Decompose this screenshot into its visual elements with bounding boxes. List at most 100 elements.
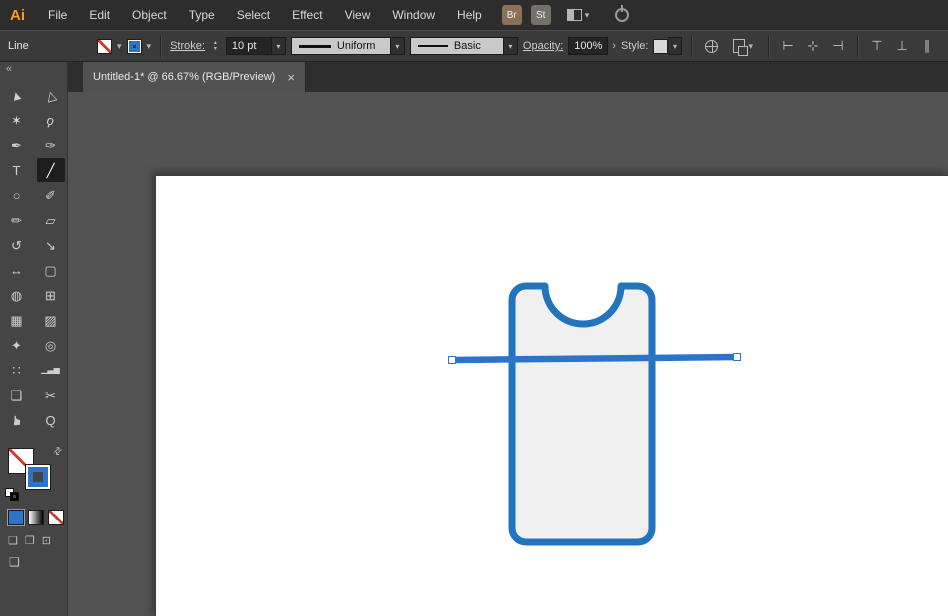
magic-wand-tool[interactable]: ✶ <box>3 108 31 132</box>
rotate-tool[interactable]: ↺ <box>3 233 31 257</box>
zoom-tool[interactable]: Q <box>37 408 65 432</box>
column-graph-tool[interactable]: ▁▃▅ <box>37 358 65 382</box>
globe-icon[interactable] <box>705 40 718 53</box>
workspace-switcher[interactable]: ▾ <box>567 9 590 21</box>
stroke-color-control[interactable]: ▾ <box>127 39 152 54</box>
brush-definition-select[interactable]: Basic <box>410 37 504 55</box>
eyedropper-tool[interactable]: ✦ <box>3 333 31 357</box>
blend-tool[interactable]: ◎ <box>37 333 65 357</box>
lasso-tool[interactable]: ϙ <box>37 108 65 132</box>
stepper-down-icon[interactable]: ▾ <box>214 46 217 52</box>
direct-selection-tool[interactable]: △ <box>37 83 65 107</box>
width-tool[interactable]: ↔ <box>3 258 31 282</box>
anchor-handle-left[interactable] <box>449 357 456 364</box>
eyedropper-tool-icon: ✦ <box>11 339 22 352</box>
brush-definition-dropdown[interactable]: ▾ <box>504 37 518 55</box>
pen-tool[interactable]: ✒ <box>3 133 31 157</box>
fill-color-control[interactable]: ▾ <box>97 39 122 54</box>
chevron-down-icon: ▾ <box>748 42 753 51</box>
draw-behind-icon[interactable]: ❐ <box>25 534 35 547</box>
style-swatch[interactable] <box>653 39 668 54</box>
menu-window[interactable]: Window <box>381 0 446 30</box>
color-button[interactable] <box>8 510 24 525</box>
scale-tool-icon: ↘ <box>45 239 56 252</box>
gradient-tool[interactable]: ▨ <box>37 308 65 332</box>
stroke-weight-dropdown[interactable]: ▾ <box>272 37 286 55</box>
align-horizontal-right-icon[interactable]: ⊣ <box>828 38 848 54</box>
fill-swatch-none[interactable] <box>97 39 112 54</box>
type-tool[interactable]: T <box>3 158 31 182</box>
arrange-documents-control[interactable]: ▾ <box>733 39 753 53</box>
selection-tool-icon: ▲ <box>9 87 25 103</box>
pencil-tool[interactable]: ✏ <box>3 208 31 232</box>
menu-edit[interactable]: Edit <box>78 0 121 30</box>
distribute-icon[interactable]: ∥ <box>917 38 937 54</box>
hand-tool[interactable]: ☛ <box>3 408 31 432</box>
align-vertical-top-icon[interactable]: ⊤ <box>867 38 887 54</box>
mini-stroke-swatch <box>10 492 19 501</box>
width-profile-select[interactable]: Uniform <box>291 37 391 55</box>
draw-normal-icon[interactable]: ❏ <box>8 534 18 547</box>
canvas-area[interactable] <box>68 92 948 616</box>
perspective-grid-tool-icon: ⊞ <box>45 289 56 302</box>
slice-tool-icon: ✂ <box>45 389 56 402</box>
align-horizontal-center-icon[interactable]: ⊹ <box>803 38 823 54</box>
style-dropdown[interactable]: ▾ <box>668 37 682 55</box>
artboard-tool[interactable]: ❏ <box>3 383 31 407</box>
chevron-down-icon: ▾ <box>673 42 677 51</box>
rotate-tool-icon: ↺ <box>11 239 22 252</box>
opacity-label[interactable]: Opacity: <box>523 40 563 52</box>
scale-tool[interactable]: ↘ <box>37 233 65 257</box>
mesh-tool-icon: ▦ <box>10 314 22 327</box>
selection-tool[interactable]: ▲ <box>3 83 31 107</box>
curvature-tool[interactable]: ✑ <box>37 133 65 157</box>
menu-effect[interactable]: Effect <box>281 0 333 30</box>
width-profile-dropdown[interactable]: ▾ <box>391 37 405 55</box>
opacity-flyout-icon[interactable]: › <box>612 40 616 52</box>
symbol-sprayer-tool[interactable]: ∷ <box>3 358 31 382</box>
gradient-button[interactable] <box>28 510 44 525</box>
stroke-swatch[interactable] <box>127 39 142 54</box>
default-fill-stroke-icon[interactable] <box>5 488 21 502</box>
artboard-tool-icon: ❏ <box>11 389 23 402</box>
bridge-button[interactable]: Br <box>502 5 522 25</box>
document-tab[interactable]: Untitled-1* @ 66.67% (RGB/Preview) × <box>83 62 306 92</box>
gpu-performance-icon[interactable] <box>615 8 629 22</box>
line-segment-tool[interactable]: ╱ <box>37 158 65 182</box>
tools-grid: ▲ △✶ϙ✒✑T╱○✐✏▱ ↺ ↘ ↔▢◍ ⊞ ▦ ▨ ✦ ◎∷▁▃▅ ❏ ✂ ☛Q <box>0 83 67 432</box>
ellipse-tool[interactable]: ○ <box>3 183 31 207</box>
menu-object[interactable]: Object <box>121 0 178 30</box>
shape-builder-tool[interactable]: ◍ <box>3 283 31 307</box>
notched-rectangle-shape[interactable] <box>512 286 652 542</box>
graphic-style-select[interactable] <box>653 39 668 54</box>
align-vertical-bottom-icon[interactable]: ⊥ <box>892 38 912 54</box>
perspective-grid-tool[interactable]: ⊞ <box>37 283 65 307</box>
menu-select[interactable]: Select <box>226 0 281 30</box>
mesh-tool[interactable]: ▦ <box>3 308 31 332</box>
panel-collapse-icon[interactable]: « <box>0 62 67 77</box>
chevron-down-icon[interactable]: ▾ <box>117 42 122 51</box>
stroke-indicator[interactable] <box>25 464 51 490</box>
eraser-tool[interactable]: ▱ <box>37 208 65 232</box>
draw-inside-icon[interactable]: ⊡ <box>42 534 51 547</box>
menu-help[interactable]: Help <box>446 0 493 30</box>
none-button[interactable] <box>48 510 64 525</box>
center-point-handle[interactable] <box>592 356 598 362</box>
menu-file[interactable]: File <box>37 0 78 30</box>
menu-type[interactable]: Type <box>178 0 226 30</box>
chevron-down-icon[interactable]: ▾ <box>147 42 152 51</box>
screen-mode-icon[interactable]: ❑ <box>9 555 20 569</box>
swap-fill-stroke-icon[interactable]: ⇄ <box>51 445 65 459</box>
stroke-label[interactable]: Stroke: <box>170 40 205 52</box>
free-transform-tool[interactable]: ▢ <box>37 258 65 282</box>
anchor-handle-right[interactable] <box>734 354 741 361</box>
opacity-input[interactable]: 100% <box>568 37 608 55</box>
stroke-weight-input[interactable]: 10 pt <box>226 37 272 55</box>
stock-button[interactable]: St <box>531 5 551 25</box>
stroke-weight-stepper[interactable]: ▴ ▾ <box>210 40 221 52</box>
tab-close-icon[interactable]: × <box>287 71 295 84</box>
paintbrush-tool[interactable]: ✐ <box>37 183 65 207</box>
slice-tool[interactable]: ✂ <box>37 383 65 407</box>
align-horizontal-left-icon[interactable]: ⊢ <box>778 38 798 54</box>
menu-view[interactable]: View <box>334 0 382 30</box>
